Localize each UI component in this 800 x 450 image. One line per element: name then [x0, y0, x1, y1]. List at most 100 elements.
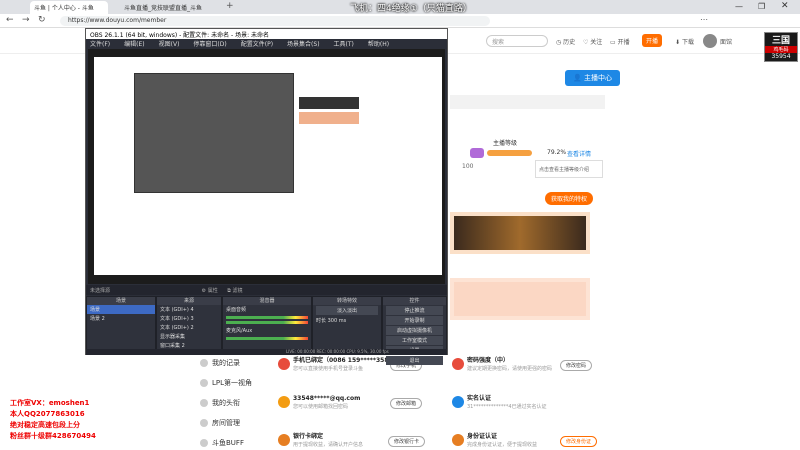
modify-email-button[interactable]: 修改邮箱: [390, 398, 423, 409]
privilege-button[interactable]: 获取我的特权: [545, 192, 594, 205]
browser-tab[interactable]: 斗鱼直播_竞技联盟直播_斗鱼: [120, 1, 220, 14]
audio-meter: [226, 321, 308, 324]
source-item[interactable]: 文本 (GDI+) 2: [157, 323, 221, 332]
close-icon[interactable]: ✕: [781, 1, 789, 11]
avatar[interactable]: [703, 34, 717, 48]
properties-button[interactable]: ⚙ 属性: [202, 288, 218, 294]
modify-password-button[interactable]: 修改密码: [560, 360, 593, 371]
follow-link[interactable]: ♡ 关注: [583, 37, 602, 46]
sidebar-item-titles[interactable]: 我的头衔: [200, 398, 240, 408]
studio-mode-button[interactable]: 工作室模式: [386, 336, 443, 345]
obs-preview[interactable]: [88, 49, 445, 284]
sidebar-item-records[interactable]: 我的记录: [200, 358, 240, 368]
duration-input[interactable]: 300 ms: [328, 318, 347, 324]
minimize-icon[interactable]: —: [735, 2, 743, 11]
promo-banner-trophy[interactable]: [450, 212, 590, 254]
duration-row: 时长 300 ms: [313, 316, 381, 325]
exit-button[interactable]: 退出: [386, 356, 443, 365]
no-source-label: 未选择源: [90, 288, 111, 294]
preview-banner: [299, 112, 359, 124]
preview-banner: [299, 97, 359, 109]
modify-id-button[interactable]: 修改身份证: [560, 436, 598, 447]
obs-status-bar: LIVE: 00:00:00 REC: 00:00:00 CPU: 9.5%, …: [86, 349, 447, 355]
password-icon: [452, 358, 464, 370]
audio-meter: [226, 316, 308, 319]
scene-item[interactable]: 场景: [87, 305, 155, 314]
channel-badge: 三国 鸡毛码 35954: [764, 32, 798, 62]
scene-item[interactable]: 场景 2: [87, 314, 155, 323]
sidebar-label: 斗鱼BUFF: [212, 439, 244, 447]
badge-line: 三国: [771, 36, 790, 46]
sidebar-label: 我的头衔: [212, 399, 240, 407]
forward-icon[interactable]: →: [22, 15, 30, 25]
maximize-icon[interactable]: ❐: [758, 2, 765, 11]
menu-view[interactable]: 视图(V): [155, 41, 180, 48]
obs-window[interactable]: OBS 26.1.1 (64 bit, windows) - 配置文件: 未命名…: [85, 28, 448, 365]
menu-docks[interactable]: 停靠窗口(D): [189, 41, 226, 48]
sidebar-item-lpl[interactable]: LPL第一视角: [200, 378, 252, 388]
sidebar-label: LPL第一视角: [212, 379, 253, 387]
filters-button[interactable]: ⧉ 滤镜: [227, 288, 242, 294]
mixer-dock: 混音器 桌面音频 麦克风/Aux: [222, 296, 312, 350]
transitions-title: 转场特效: [313, 297, 381, 305]
sidebar-label: 房间管理: [212, 419, 240, 427]
menu-scene-collection[interactable]: 场景集合(S): [283, 41, 320, 48]
menu-tools[interactable]: 工具(T): [330, 41, 354, 48]
id-card-icon: [452, 434, 464, 446]
level-tooltip: 点击查看主播等级介绍: [535, 160, 603, 178]
extensions-icon[interactable]: ⋯: [700, 15, 708, 24]
scenes-dock: 场景 场景 场景 2: [86, 296, 156, 350]
audio-meter: [226, 337, 308, 340]
history-label: 历史: [563, 39, 576, 46]
duration-label: 时长: [316, 318, 327, 324]
source-item[interactable]: 文本 (GDI+) 4: [157, 305, 221, 314]
phone-icon: [278, 358, 290, 370]
virtual-camera-button[interactable]: 启动虚拟摄像机: [386, 326, 443, 335]
level-icon: [470, 148, 484, 158]
sidebar-item-room[interactable]: 房间管理: [200, 418, 240, 428]
ad-text-line: 本人QQ2077863016: [10, 410, 85, 418]
promo-banner-car[interactable]: [450, 278, 590, 320]
card-title: 实名认证: [467, 395, 492, 402]
start-link[interactable]: ▭ 开播: [610, 37, 630, 46]
new-tab-icon[interactable]: +: [226, 1, 234, 11]
site-search-input[interactable]: 搜索: [486, 35, 548, 47]
start-recording-button[interactable]: 开始录制: [386, 316, 443, 325]
mixer-title: 混音器: [223, 297, 311, 305]
url-input[interactable]: https://www.douyu.com/member: [60, 16, 490, 26]
sidebar-item-buff[interactable]: 斗鱼BUFF: [200, 438, 244, 448]
ad-text-line: 工作室VX：emoshen1: [10, 399, 90, 407]
menu-profile[interactable]: 配置文件(P): [237, 41, 273, 48]
reload-icon[interactable]: ↻: [38, 15, 46, 25]
level-progress-bar: [487, 150, 532, 156]
level-percent: 79.2%: [547, 149, 567, 156]
obs-title-bar: OBS 26.1.1 (64 bit, windows) - 配置文件: 未命名…: [86, 29, 447, 39]
preview-capture: [94, 57, 442, 275]
level-detail-link[interactable]: 查看详情: [567, 149, 591, 158]
username-label[interactable]: 面馆: [720, 37, 732, 46]
stop-streaming-button[interactable]: 停止推流: [386, 306, 443, 315]
menu-help[interactable]: 帮助(H): [364, 41, 389, 48]
sources-title: 来源: [157, 297, 221, 305]
anchor-center-button[interactable]: 👤 主播中心: [565, 70, 620, 86]
download-label: 下载: [681, 39, 694, 46]
ad-text-line: 绝对稳定高速包段上分: [10, 421, 80, 429]
source-item[interactable]: 文本 (GDI+) 3: [157, 314, 221, 323]
browser-tab-active[interactable]: 斗鱼 | 个人中心 - 斗鱼: [30, 1, 108, 14]
transition-select[interactable]: 淡入淡出: [316, 306, 378, 315]
menu-edit[interactable]: 编辑(E): [120, 41, 144, 48]
level-title: 主播等级: [493, 140, 518, 147]
bank-card-icon: [278, 434, 290, 446]
menu-file[interactable]: 文件(F): [86, 41, 110, 48]
sources-dock: 来源 文本 (GDI+) 4 文本 (GDI+) 3 文本 (GDI+) 2 显…: [156, 296, 222, 350]
modify-bank-button[interactable]: 修改银行卡: [388, 436, 426, 447]
source-toolbar: 未选择源 ⚙ 属性 ⧉ 滤镜: [86, 285, 447, 295]
history-link[interactable]: ◷ 历史: [556, 37, 575, 46]
badge-number: 35954: [771, 53, 791, 60]
open-live-button[interactable]: 开播: [642, 34, 663, 47]
download-link[interactable]: ⬇ 下载: [675, 37, 694, 46]
source-item[interactable]: 显示器采集: [157, 332, 221, 341]
back-icon[interactable]: ←: [6, 15, 14, 25]
follow-label: 关注: [590, 39, 603, 46]
level-next: 100: [462, 163, 474, 170]
